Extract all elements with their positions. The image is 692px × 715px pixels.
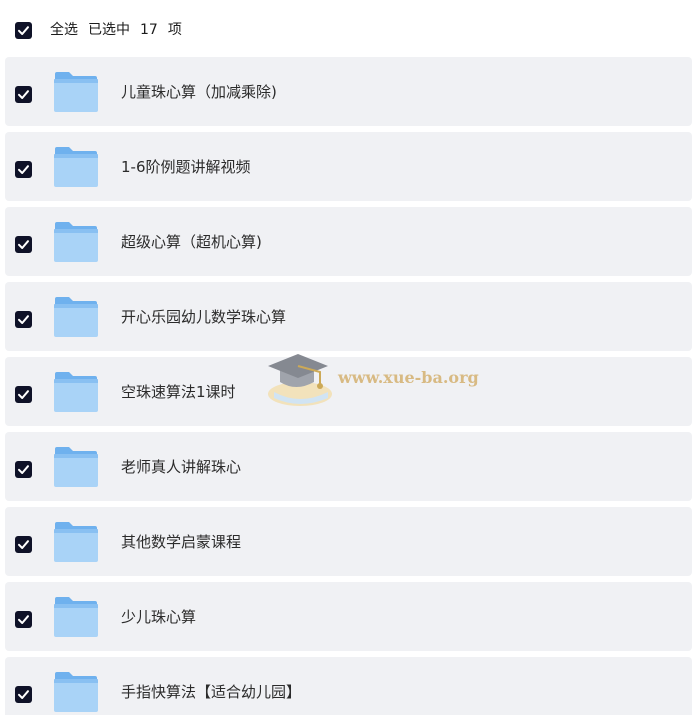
row-checkbox[interactable]	[15, 386, 32, 403]
row-checkbox[interactable]	[15, 86, 32, 103]
selection-summary: 全选 已选中 17 项	[50, 19, 192, 41]
checkmark-icon	[18, 690, 29, 699]
checkmark-icon	[18, 26, 29, 35]
folder-row[interactable]: 其他数学启蒙课程	[5, 507, 692, 576]
folder-name[interactable]: 开心乐园幼儿数学珠心算	[121, 306, 286, 328]
checkmark-icon	[18, 165, 29, 174]
checkmark-icon	[18, 315, 29, 324]
select-all-checkbox[interactable]	[15, 22, 32, 39]
watermark-text: www.xue-ba.org	[338, 368, 479, 387]
folder-icon	[53, 221, 99, 263]
checkmark-icon	[18, 390, 29, 399]
graduation-cap-icon	[268, 354, 332, 406]
selected-count: 17	[140, 22, 158, 38]
row-checkbox[interactable]	[15, 311, 32, 328]
folder-icon	[53, 446, 99, 488]
selected-prefix: 已选中	[88, 22, 130, 38]
folder-icon	[53, 296, 99, 338]
folder-icon	[53, 671, 99, 713]
watermark: www.xue-ba.org	[266, 348, 496, 412]
row-checkbox[interactable]	[15, 161, 32, 178]
folder-row[interactable]: 开心乐园幼儿数学珠心算	[5, 282, 692, 351]
folder-name[interactable]: 手指快算法【适合幼儿园】	[121, 681, 301, 703]
folder-icon	[53, 146, 99, 188]
checkmark-icon	[18, 90, 29, 99]
folder-name[interactable]: 空珠速算法1课时	[121, 381, 236, 403]
folder-row[interactable]: 少儿珠心算	[5, 582, 692, 651]
folder-name[interactable]: 其他数学启蒙课程	[121, 531, 241, 553]
checkmark-icon	[18, 615, 29, 624]
folder-name[interactable]: 超级心算（超机心算)	[121, 231, 262, 253]
folder-icon	[53, 596, 99, 638]
row-checkbox[interactable]	[15, 461, 32, 478]
folder-row[interactable]: 手指快算法【适合幼儿园】	[5, 657, 692, 715]
folder-name[interactable]: 1-6阶例题讲解视频	[121, 156, 251, 178]
folder-name[interactable]: 少儿珠心算	[121, 606, 196, 628]
folder-row[interactable]: 超级心算（超机心算)	[5, 207, 692, 276]
row-checkbox[interactable]	[15, 236, 32, 253]
folder-row[interactable]: 老师真人讲解珠心	[5, 432, 692, 501]
row-checkbox[interactable]	[15, 686, 32, 703]
folder-row[interactable]: 儿童珠心算（加减乘除)	[5, 57, 692, 126]
row-checkbox[interactable]	[15, 611, 32, 628]
row-checkbox[interactable]	[15, 536, 32, 553]
checkmark-icon	[18, 240, 29, 249]
checkmark-icon	[18, 465, 29, 474]
select-all-label[interactable]: 全选	[50, 22, 78, 38]
selected-suffix: 项	[167, 22, 182, 38]
folder-name[interactable]: 老师真人讲解珠心	[121, 456, 241, 478]
selection-header: 全选 已选中 17 项	[0, 0, 692, 58]
folder-icon	[53, 521, 99, 563]
checkmark-icon	[18, 540, 29, 549]
folder-row[interactable]: 1-6阶例题讲解视频	[5, 132, 692, 201]
folder-icon	[53, 71, 99, 113]
folder-name[interactable]: 儿童珠心算（加减乘除)	[121, 81, 277, 103]
folder-icon	[53, 371, 99, 413]
